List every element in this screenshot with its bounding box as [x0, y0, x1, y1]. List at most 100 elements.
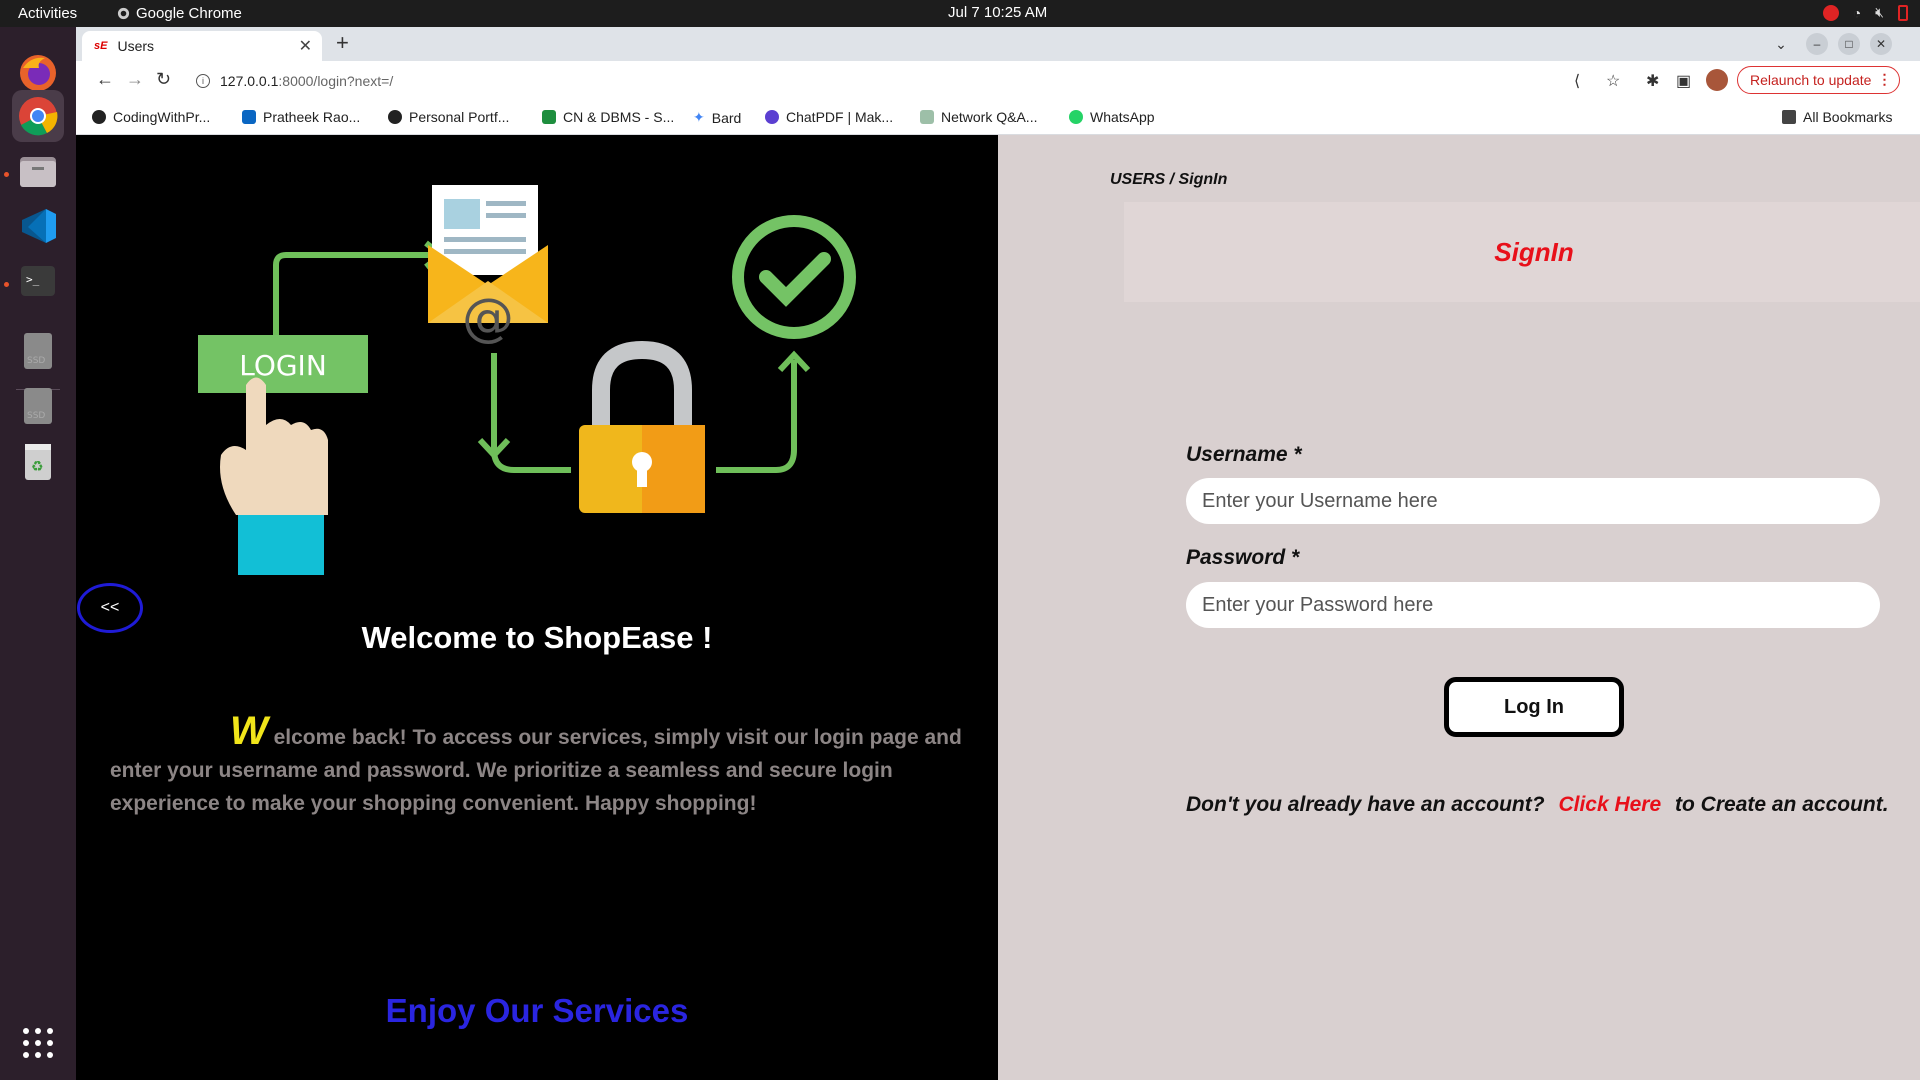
welcome-panel: LOGIN @ << Welcome to ShopEase ! W elcom… — [76, 135, 998, 1080]
minimize-button[interactable]: – — [1806, 33, 1828, 55]
github-icon — [92, 110, 106, 124]
signin-header-box: SignIn — [1124, 202, 1920, 302]
vscode-icon[interactable] — [12, 200, 64, 252]
relaunch-label: Relaunch to update — [1750, 72, 1872, 88]
tab-search-icon[interactable]: ⌄ — [1770, 33, 1792, 55]
files-icon[interactable] — [12, 145, 64, 197]
chatpdf-icon — [765, 110, 779, 124]
site-info-icon[interactable]: i — [196, 74, 210, 88]
terminal-icon[interactable]: >_ — [12, 255, 64, 307]
enjoy-services-heading: Enjoy Our Services — [385, 992, 689, 1029]
login-sign-text: LOGIN — [239, 349, 327, 382]
new-tab-button[interactable]: + — [336, 30, 349, 56]
bookmark-item[interactable]: Personal Portf... — [388, 109, 509, 125]
all-bookmarks-label: All Bookmarks — [1803, 109, 1893, 125]
trash-icon[interactable]: ♻ — [12, 435, 64, 487]
url-host: 127.0.0.1 — [220, 73, 279, 89]
all-bookmarks-button[interactable]: All Bookmarks — [1782, 109, 1892, 125]
relaunch-to-update-button[interactable]: Relaunch to update ⋮ — [1737, 66, 1901, 94]
bookmark-label: Pratheek Rao... — [263, 109, 361, 125]
network-icon — [920, 110, 934, 124]
sparkle-icon: ✦ — [693, 109, 705, 125]
profile-avatar[interactable] — [1706, 69, 1728, 91]
username-label: Username * — [1186, 443, 1302, 466]
bookmark-item[interactable]: ChatPDF | Mak... — [765, 109, 893, 125]
address-bar[interactable]: i 127.0.0.1:8000/login?next=/ — [188, 66, 1538, 96]
system-top-bar: Activities Google Chrome Jul 7 10:25 AM … — [0, 0, 1920, 27]
svg-text:>_: >_ — [26, 273, 40, 286]
extensions-icon[interactable]: ✱ — [1646, 71, 1659, 91]
chrome-menu-icon[interactable]: ⋮ — [1877, 71, 1891, 88]
checkmark-circle-icon — [732, 215, 856, 339]
bookmark-label: CN & DBMS - S... — [563, 109, 675, 125]
wifi-icon: ◔ — [1852, 4, 1862, 21]
app-name: Google Chrome — [136, 5, 242, 22]
signup-prompt: Don't you already have an account? Click… — [1186, 793, 1889, 817]
signup-suffix: to Create an account. — [1675, 793, 1889, 816]
running-indicator — [4, 282, 9, 287]
tab-title: Users — [117, 38, 155, 54]
welcome-paragraph: W elcome back! To access our services, s… — [110, 711, 970, 820]
bookmark-item[interactable]: ✦ Bard — [693, 109, 741, 126]
battery-icon — [1898, 4, 1908, 21]
tab-close-icon[interactable]: ✕ — [299, 36, 312, 56]
signin-heading: SignIn — [1494, 236, 1574, 267]
ssd-drive-icon[interactable]: SSD — [12, 325, 64, 377]
bookmarks-bar: CodingWithPr... Pratheek Rao... Personal… — [76, 101, 1920, 135]
chrome-icon — [117, 7, 130, 20]
show-apps-icon[interactable] — [12, 1017, 64, 1069]
app-menu[interactable]: Google Chrome — [117, 5, 242, 22]
username-input[interactable] — [1186, 478, 1880, 524]
dock: >_ SSD SSD ♻ — [0, 27, 76, 1080]
bookmark-label: Network Q&A... — [941, 109, 1038, 125]
login-flow-illustration: LOGIN @ — [198, 185, 856, 575]
ssd-drive-icon[interactable]: SSD — [12, 380, 64, 432]
running-indicator — [4, 172, 9, 177]
welcome-title: Welcome to ShopEase ! — [361, 620, 713, 655]
clock[interactable]: Jul 7 10:25 AM — [948, 4, 1047, 21]
tab-users[interactable]: sE Users ✕ — [82, 31, 322, 61]
activities-button[interactable]: Activities — [18, 5, 77, 22]
padlock-icon — [592, 340, 692, 425]
url-path: :8000/login?next=/ — [278, 73, 394, 89]
chrome-icon[interactable] — [12, 90, 64, 142]
bookmark-item[interactable]: Network Q&A... — [920, 109, 1037, 125]
share-icon[interactable]: ⟨ — [1574, 71, 1580, 91]
create-account-link[interactable]: Click Here — [1558, 793, 1661, 816]
password-label: Password * — [1186, 546, 1300, 569]
login-button[interactable]: Log In — [1444, 677, 1624, 737]
side-panel-icon[interactable]: ▣ — [1676, 71, 1691, 91]
svg-text:SSD: SSD — [27, 356, 45, 366]
welcome-dropcap: W — [230, 709, 268, 753]
at-symbol-icon: @ — [462, 288, 514, 348]
github-icon — [388, 110, 402, 124]
whatsapp-icon — [1069, 110, 1083, 124]
bookmark-item[interactable]: CN & DBMS - S... — [542, 109, 674, 125]
svg-text:SSD: SSD — [27, 411, 45, 421]
signin-panel: USERS / SignIn SignIn Username * Passwor… — [998, 135, 1920, 1080]
password-input[interactable] — [1186, 582, 1880, 628]
bookmark-item[interactable]: Pratheek Rao... — [242, 109, 360, 125]
system-tray[interactable]: ◔ 🔇︎ — [1822, 4, 1908, 21]
bookmark-item[interactable]: WhatsApp — [1069, 109, 1155, 125]
tab-strip: sE Users ✕ + ⌄ – □ ✕ — [76, 27, 1920, 61]
shopease-favicon-icon: sE — [94, 40, 108, 52]
bookmark-label: CodingWithPr... — [113, 109, 211, 125]
speaker-muted-icon: 🔇︎ — [1875, 4, 1884, 20]
forward-arrow-icon[interactable]: → — [126, 69, 144, 90]
back-arrow-icon[interactable]: ← — [96, 69, 114, 90]
maximize-button[interactable]: □ — [1838, 33, 1860, 55]
breadcrumb: USERS / SignIn — [1110, 171, 1228, 188]
linkedin-icon — [242, 110, 256, 124]
signup-prefix: Don't you already have an account? — [1186, 793, 1545, 816]
reload-icon[interactable]: ↻ — [156, 69, 171, 90]
bookmark-star-icon[interactable]: ☆ — [1606, 71, 1620, 91]
close-window-button[interactable]: ✕ — [1870, 33, 1892, 55]
page-content: LOGIN @ << Welcome to ShopEase ! W elcom… — [76, 135, 1920, 1080]
bookmark-label: WhatsApp — [1090, 109, 1155, 125]
classroom-icon — [542, 110, 556, 124]
bookmark-label: ChatPDF | Mak... — [786, 109, 894, 125]
bookmark-label: Bard — [711, 109, 742, 126]
folder-icon — [1782, 110, 1796, 124]
bookmark-item[interactable]: CodingWithPr... — [92, 109, 210, 125]
